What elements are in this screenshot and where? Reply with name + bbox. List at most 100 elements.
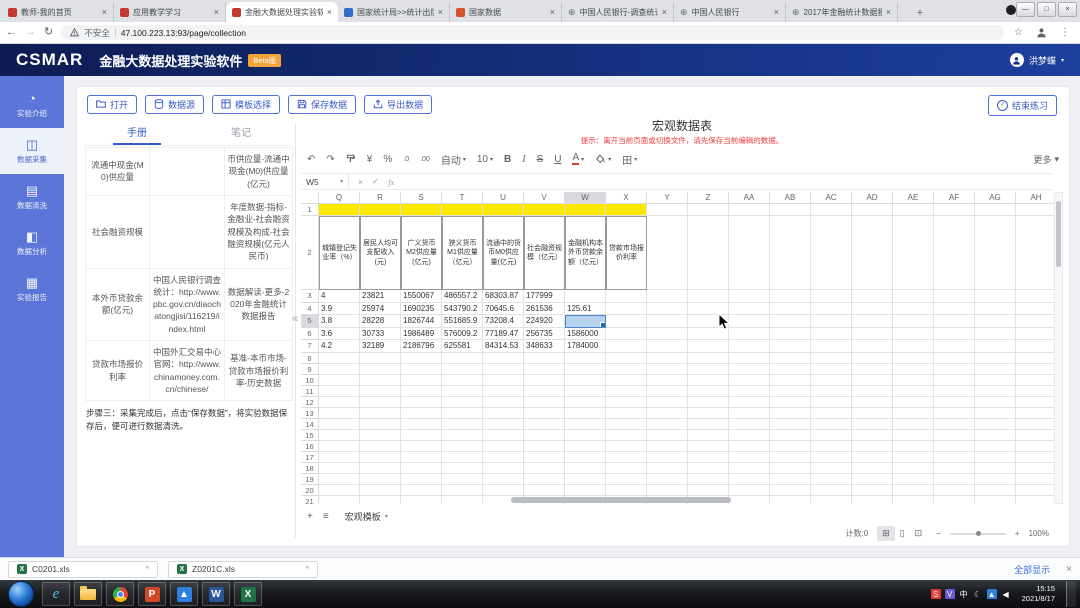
- cell-S13[interactable]: [401, 408, 442, 419]
- cell-Y13[interactable]: [647, 408, 688, 419]
- cell-AE9[interactable]: [893, 364, 934, 375]
- zoom-in-icon[interactable]: +: [1015, 529, 1020, 538]
- cell-U19[interactable]: [483, 474, 524, 485]
- cell-Y12[interactable]: [647, 397, 688, 408]
- cell-AE2[interactable]: [893, 216, 934, 290]
- italic-icon[interactable]: I: [522, 154, 525, 165]
- cell-S12[interactable]: [401, 397, 442, 408]
- row-header-5[interactable]: 5: [301, 315, 319, 328]
- cell-R12[interactable]: [360, 397, 401, 408]
- row-header-6[interactable]: 6: [301, 328, 319, 341]
- cell-X4[interactable]: [606, 303, 647, 316]
- cell-T5[interactable]: 551685.9: [442, 315, 483, 328]
- cell-Z12[interactable]: [688, 397, 729, 408]
- cell-AE5[interactable]: [893, 315, 934, 328]
- cell-AA6[interactable]: [729, 328, 770, 341]
- formula-confirm-icon[interactable]: ✓: [372, 176, 379, 187]
- cell-AH14[interactable]: [1016, 419, 1057, 430]
- cell-S2[interactable]: 广义货币M2供应量(亿元): [401, 216, 442, 290]
- row-header-11[interactable]: 11: [301, 386, 319, 397]
- cell-AA11[interactable]: [729, 386, 770, 397]
- cell-AE15[interactable]: [893, 430, 934, 441]
- cell-S11[interactable]: [401, 386, 442, 397]
- column-header-AH[interactable]: AH: [1016, 192, 1057, 204]
- cell-AH5[interactable]: [1016, 315, 1057, 328]
- cell-AD15[interactable]: [852, 430, 893, 441]
- cell-AB17[interactable]: [770, 452, 811, 463]
- cell-AH18[interactable]: [1016, 463, 1057, 474]
- cell-AD16[interactable]: [852, 441, 893, 452]
- cell-S20[interactable]: [401, 485, 442, 496]
- bold-icon[interactable]: B: [504, 154, 511, 165]
- cell-T17[interactable]: [442, 452, 483, 463]
- cell-V18[interactable]: [524, 463, 565, 474]
- cell-Y5[interactable]: [647, 315, 688, 328]
- cell-S1[interactable]: [401, 204, 442, 216]
- cell-W12[interactable]: [565, 397, 606, 408]
- cell-AA18[interactable]: [729, 463, 770, 474]
- cell-AA3[interactable]: [729, 290, 770, 303]
- cell-AH11[interactable]: [1016, 386, 1057, 397]
- cell-AH12[interactable]: [1016, 397, 1057, 408]
- column-header-Z[interactable]: Z: [688, 192, 729, 204]
- explorer-icon[interactable]: [74, 582, 102, 606]
- cell-X20[interactable]: [606, 485, 647, 496]
- cell-AG17[interactable]: [975, 452, 1016, 463]
- cell-AE17[interactable]: [893, 452, 934, 463]
- cell-AG6[interactable]: [975, 328, 1016, 341]
- cell-T3[interactable]: 486557.2: [442, 290, 483, 303]
- cell-Z19[interactable]: [688, 474, 729, 485]
- cell-AH2[interactable]: [1016, 216, 1057, 290]
- cell-AD12[interactable]: [852, 397, 893, 408]
- tray-moon-icon[interactable]: ☾: [973, 589, 983, 599]
- cell-AG19[interactable]: [975, 474, 1016, 485]
- cell-U2[interactable]: 流通中的货币M0供应量(亿元): [483, 216, 524, 290]
- cell-Y6[interactable]: [647, 328, 688, 341]
- toolbar-button-2[interactable]: 模板选择: [212, 95, 280, 114]
- cell-V16[interactable]: [524, 441, 565, 452]
- cell-Z18[interactable]: [688, 463, 729, 474]
- cell-AG7[interactable]: [975, 340, 1016, 353]
- chrome-icon[interactable]: [106, 582, 134, 606]
- tray-v-icon[interactable]: V: [945, 589, 955, 599]
- cell-U16[interactable]: [483, 441, 524, 452]
- cell-S14[interactable]: [401, 419, 442, 430]
- cell-W18[interactable]: [565, 463, 606, 474]
- cell-AE4[interactable]: [893, 303, 934, 316]
- cell-V11[interactable]: [524, 386, 565, 397]
- cell-AD8[interactable]: [852, 353, 893, 364]
- cell-W1[interactable]: [565, 204, 606, 216]
- tab-close-icon[interactable]: ×: [438, 7, 443, 17]
- cell-AC6[interactable]: [811, 328, 852, 341]
- grid-view-icon[interactable]: ⊞: [877, 526, 895, 541]
- collapse-panel-icon[interactable]: «: [292, 313, 298, 325]
- number-format-dropdown[interactable]: 自动▾: [441, 152, 466, 167]
- cell-AH6[interactable]: [1016, 328, 1057, 341]
- cell-S10[interactable]: [401, 375, 442, 386]
- cell-V1[interactable]: [524, 204, 565, 216]
- cell-U7[interactable]: 84314.53: [483, 340, 524, 353]
- cell-AH4[interactable]: [1016, 303, 1057, 316]
- cell-AD2[interactable]: [852, 216, 893, 290]
- cell-Y4[interactable]: [647, 303, 688, 316]
- cell-AA10[interactable]: [729, 375, 770, 386]
- cell-Z15[interactable]: [688, 430, 729, 441]
- cell-AD5[interactable]: [852, 315, 893, 328]
- cell-U3[interactable]: 68303.87: [483, 290, 524, 303]
- column-header-AF[interactable]: AF: [934, 192, 975, 204]
- row-header-8[interactable]: 8: [301, 353, 319, 364]
- cell-T1[interactable]: [442, 204, 483, 216]
- cell-AF2[interactable]: [934, 216, 975, 290]
- column-header-AD[interactable]: AD: [852, 192, 893, 204]
- cell-U5[interactable]: 73208.4: [483, 315, 524, 328]
- cell-AG18[interactable]: [975, 463, 1016, 474]
- cell-R9[interactable]: [360, 364, 401, 375]
- cell-AC11[interactable]: [811, 386, 852, 397]
- cell-AE20[interactable]: [893, 485, 934, 496]
- cell-Q19[interactable]: [319, 474, 360, 485]
- cell-W10[interactable]: [565, 375, 606, 386]
- cell-S8[interactable]: [401, 353, 442, 364]
- cell-U13[interactable]: [483, 408, 524, 419]
- back-icon[interactable]: ←: [6, 27, 17, 38]
- volume-icon[interactable]: ◀: [1001, 589, 1011, 599]
